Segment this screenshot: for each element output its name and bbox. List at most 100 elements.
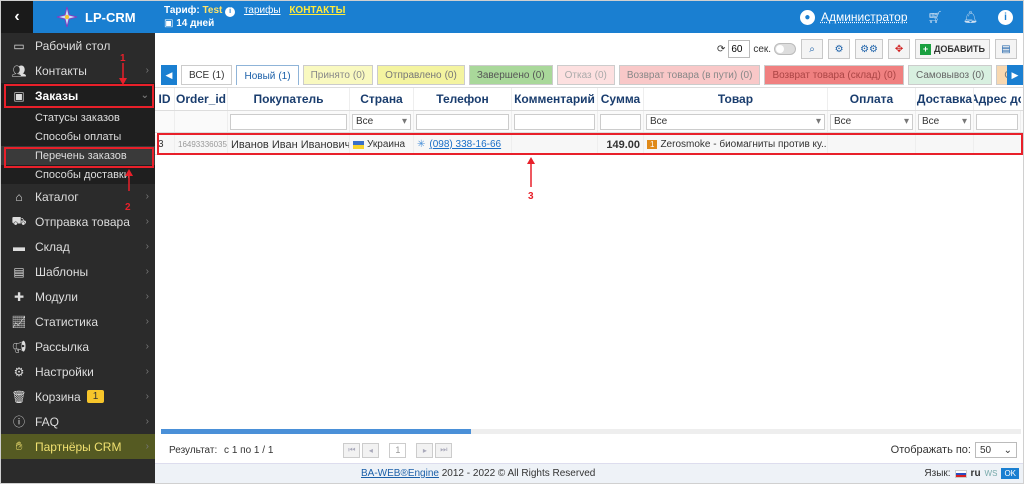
tab-refuse[interactable]: Отказ (0) <box>556 65 615 85</box>
sidebar-item-6[interactable]: ▤ Шаблоны › <box>1 259 155 284</box>
tab-all[interactable]: ВСЕ (1) <box>181 65 233 85</box>
column-header[interactable]: Order_id <box>175 88 228 110</box>
tab-accepted[interactable]: Принято (0) <box>302 65 374 85</box>
tab-pickup[interactable]: Самовывоз (0) <box>908 65 993 85</box>
tab-ret-way[interactable]: Возврат товара (в пути) (0) <box>618 65 761 85</box>
sidebar-item-10[interactable]: ⚙ Настройки › <box>1 359 155 384</box>
chevron-right-icon: › <box>145 441 149 452</box>
column-header[interactable]: Оплата <box>828 88 916 110</box>
filter-select[interactable]: Все ▾ <box>830 113 913 130</box>
filter-input[interactable] <box>230 113 347 130</box>
sidebar-item-9[interactable]: 📢︎ Рассылка › <box>1 334 155 359</box>
copyright: BA-WEB®Engine 2012 - 2022 © All Rights R… <box>361 468 595 479</box>
filter-input[interactable] <box>514 113 595 130</box>
sidebar-item-5[interactable]: ▬ Склад › <box>1 234 155 259</box>
scrollbar-thumb[interactable] <box>161 429 471 434</box>
column-header[interactable]: ID <box>155 88 175 110</box>
tab-sent[interactable]: Отправлено (0) <box>377 65 465 85</box>
sidebar-item-4[interactable]: ⛟ Отправка товара › <box>1 209 155 234</box>
settings-button[interactable]: ⚙ <box>828 39 851 59</box>
filter-input[interactable] <box>976 113 1018 130</box>
tab-new[interactable]: Новый (1) <box>236 65 299 85</box>
column-header[interactable]: Адрес до <box>974 88 1021 110</box>
tabs-prev-button[interactable]: ◀ <box>161 65 177 85</box>
per-page-select[interactable]: 50 ⌄ <box>975 442 1017 458</box>
filter-input[interactable] <box>600 113 641 130</box>
prev-page-button[interactable]: ◂ <box>362 442 380 458</box>
column-filter-cell <box>974 111 1021 132</box>
filter-input[interactable] <box>416 113 509 130</box>
tab-ret-store[interactable]: Возврат товара (склад) (0) <box>764 65 905 85</box>
page-number-input[interactable]: 1 <box>389 442 407 458</box>
filter-select[interactable]: Все ▾ <box>918 113 971 130</box>
add-order-button[interactable]: + ДОБАВИТЬ <box>915 39 990 59</box>
last-page-button[interactable]: ⏭ <box>435 442 453 458</box>
bell-icon[interactable]: 🔔︎ <box>963 10 978 24</box>
user-icon: ● <box>799 9 815 25</box>
submenu-payment-methods[interactable]: Способы оплаты <box>1 127 155 146</box>
first-page-button[interactable]: ⏮ <box>343 442 361 458</box>
chevron-right-icon: › <box>145 266 149 277</box>
column-filter-cell: Все ▾ <box>828 111 916 132</box>
column-filter-cell <box>598 111 644 132</box>
tariffs-link[interactable]: тарифы <box>244 5 281 16</box>
logo[interactable]: LP-CRM <box>33 1 155 33</box>
tab-done[interactable]: Завершено (0) <box>468 65 553 85</box>
contacts-link[interactable]: КОНТАКТЫ <box>289 5 345 16</box>
tab-count: (0) <box>444 69 457 81</box>
column-header[interactable]: Доставка <box>916 88 974 110</box>
refresh-icon[interactable]: ⟳ <box>717 44 725 55</box>
refresh-interval-input[interactable] <box>728 40 751 58</box>
submenu-order-statuses[interactable]: Статусы заказов <box>1 108 155 127</box>
info-icon[interactable]: i <box>225 6 236 17</box>
filter-select[interactable]: Все ▾ <box>646 113 825 130</box>
cart-icon[interactable]: 🛒︎ <box>928 10 943 24</box>
highlight-orders <box>4 84 154 108</box>
tabs-next-button[interactable]: ▶ <box>1007 65 1023 85</box>
russia-flag-icon[interactable] <box>954 469 967 478</box>
export-button[interactable]: ▤ <box>995 39 1017 59</box>
tab-label: Принято <box>310 69 350 81</box>
pager-controls: ⏮ ◂ 1 ▸ ⏭ <box>343 442 453 458</box>
column-header[interactable]: Комментарий <box>512 88 598 110</box>
back-button[interactable]: ‹ <box>1 1 33 33</box>
ws-indicator: WS <box>984 469 998 478</box>
help-icon[interactable]: i <box>998 9 1013 25</box>
sidebar-item-7[interactable]: ✚ Модули › <box>1 284 155 309</box>
user-menu[interactable]: ● Администратор <box>799 9 908 25</box>
gear-icon: ⚙ <box>834 43 844 55</box>
filter-select[interactable]: Все ▾ <box>352 113 411 130</box>
sidebar-item-13[interactable]: ✋︎ Партнёры CRM › <box>1 434 155 459</box>
sidebar-item-label: Партнёры CRM <box>35 439 122 454</box>
brand-link[interactable]: BA-WEB®Engine <box>361 468 439 479</box>
column-filter-cell <box>414 111 512 132</box>
footer: BA-WEB®Engine 2012 - 2022 © All Rights R… <box>155 463 1023 483</box>
sidebar-item-1[interactable]: 👥︎ Контакты › <box>1 58 155 83</box>
annotation-3: 3 <box>528 191 534 202</box>
columns-button[interactable]: ⚙⚙ <box>855 39 884 59</box>
column-header[interactable]: Телефон <box>414 88 512 110</box>
tab-label: Отказ <box>564 69 592 81</box>
lang-code[interactable]: ru <box>971 468 981 479</box>
sidebar-item-label: Настройки <box>35 364 94 379</box>
next-page-button[interactable]: ▸ <box>416 442 434 458</box>
tab-count: (0) <box>972 69 985 81</box>
tab-count: (0) <box>883 69 897 81</box>
horizontal-scrollbar[interactable] <box>161 429 1021 434</box>
sidebar-item-12[interactable]: ⓘ FAQ › <box>1 409 155 434</box>
column-header[interactable]: Страна <box>350 88 414 110</box>
column-header[interactable]: Покупатель <box>228 88 350 110</box>
sidebar-item-0[interactable]: ▭ Рабочий стол <box>1 33 155 58</box>
refresh-toggle[interactable] <box>774 43 797 55</box>
column-filter-cell: Все ▾ <box>350 111 414 132</box>
move-button[interactable]: ✥ <box>888 39 911 59</box>
filter-select-value: Все <box>834 116 852 127</box>
sidebar-item-8[interactable]: 📈︎ Статистика › <box>1 309 155 334</box>
sidebar-item-11[interactable]: 🗑︎ Корзина 1 › <box>1 384 155 409</box>
caret-down-icon: ▾ <box>815 116 821 127</box>
handshake-icon: ✋︎ <box>15 439 23 453</box>
search-button[interactable]: ⌕ <box>801 39 824 59</box>
column-header[interactable]: Сумма <box>598 88 644 110</box>
column-header[interactable]: Товар <box>644 88 828 110</box>
pager-bar: Результат: с 1 по 1 / 1 ⏮ ◂ 1 ▸ ⏭ Отобра… <box>155 437 1023 463</box>
